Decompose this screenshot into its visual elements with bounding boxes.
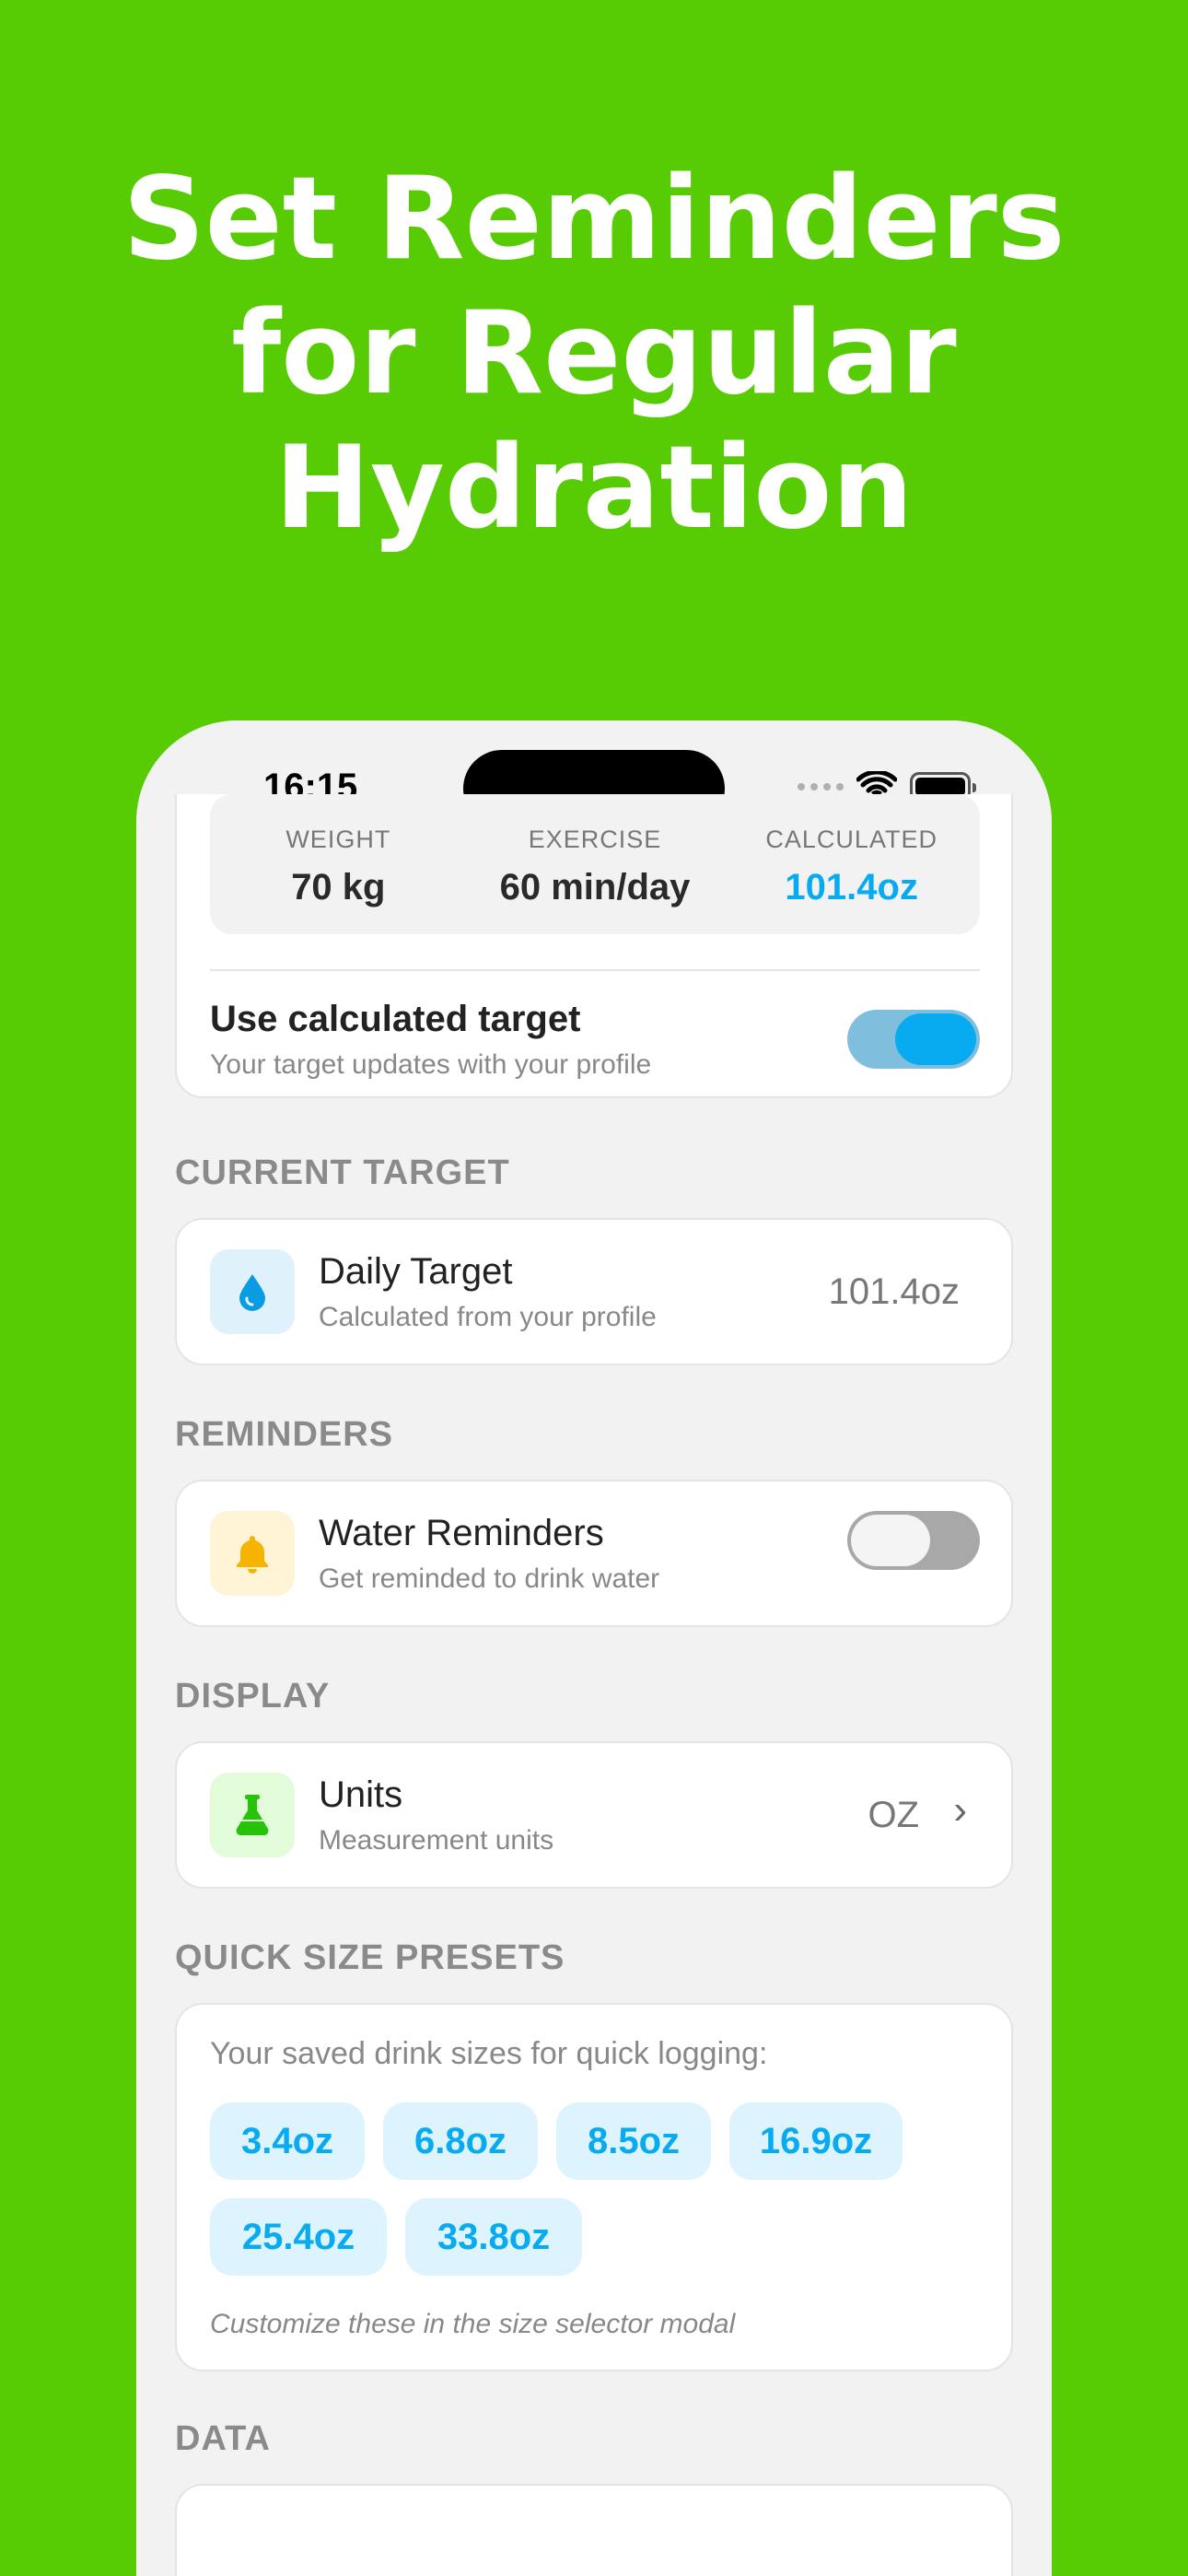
calc-target-toggle[interactable]	[847, 1010, 980, 1069]
preset-chip[interactable]: 8.5oz	[556, 2102, 711, 2180]
units-title: Units	[319, 1774, 403, 1815]
daily-target-subtitle: Calculated from your profile	[319, 1302, 657, 1332]
units-row[interactable]: Units Measurement units OZ ›	[175, 1741, 1013, 1889]
section-reminders: REMINDERS	[175, 1415, 394, 1454]
flask-icon	[210, 1773, 295, 1857]
section-current-target: CURRENT TARGET	[175, 1153, 510, 1192]
section-display: DISPLAY	[175, 1677, 331, 1715]
stat-exercise: EXERCISE 60 min/day	[467, 794, 724, 934]
stat-weight: WEIGHT 70 kg	[210, 794, 467, 934]
water-reminders-row: Water Reminders Get reminded to drink wa…	[175, 1480, 1013, 1627]
daily-target-row[interactable]: Daily Target Calculated from your profil…	[175, 1218, 1013, 1365]
calc-target-subtitle: Your target updates with your profile	[210, 1049, 652, 1080]
phone-frame: 16:15 WEIGHT 70 kg EXERCISE 60 min/day C…	[136, 720, 1052, 2576]
headline-line-3: Hydration	[274, 422, 914, 555]
preset-chip[interactable]: 33.8oz	[405, 2198, 582, 2276]
daily-target-title: Daily Target	[319, 1251, 513, 1292]
bell-icon	[210, 1511, 295, 1596]
section-data: DATA	[175, 2419, 271, 2458]
presets-intro: Your saved drink sizes for quick logging…	[210, 2036, 768, 2071]
preset-chip[interactable]: 6.8oz	[383, 2102, 538, 2180]
units-text: Units Measurement units	[319, 1774, 553, 1856]
units-value: OZ	[868, 1795, 919, 1835]
water-drop-icon	[210, 1249, 295, 1334]
exercise-value: 60 min/day	[499, 867, 691, 907]
presets-note: Customize these in the size selector mod…	[210, 2309, 736, 2339]
headline-line-2: for Regular	[231, 287, 957, 420]
presets-card: Your saved drink sizes for quick logging…	[175, 2003, 1013, 2371]
data-card	[175, 2484, 1013, 2576]
headline: Set Reminders for Regular Hydration	[0, 152, 1188, 556]
profile-stats: WEIGHT 70 kg EXERCISE 60 min/day CALCULA…	[210, 794, 980, 934]
profile-target-card: WEIGHT 70 kg EXERCISE 60 min/day CALCULA…	[175, 794, 1013, 1098]
daily-target-text: Daily Target Calculated from your profil…	[319, 1251, 657, 1333]
stat-calculated: CALCULATED 101.4oz	[723, 794, 980, 934]
section-presets: QUICK SIZE PRESETS	[175, 1938, 565, 1977]
cellular-signal-icon	[798, 783, 844, 790]
preset-chip[interactable]: 16.9oz	[729, 2102, 903, 2180]
chevron-right-icon: ›	[953, 1787, 967, 1832]
water-reminders-title: Water Reminders	[319, 1513, 604, 1553]
calculated-value: 101.4oz	[785, 867, 918, 907]
preset-chip[interactable]: 3.4oz	[210, 2102, 365, 2180]
preset-chip[interactable]: 25.4oz	[210, 2198, 387, 2276]
water-reminders-text: Water Reminders Get reminded to drink wa…	[319, 1513, 659, 1595]
divider	[210, 969, 980, 971]
daily-target-value: 101.4oz	[828, 1271, 960, 1312]
units-subtitle: Measurement units	[319, 1825, 554, 1856]
water-reminders-toggle[interactable]	[847, 1511, 980, 1570]
weight-value: 70 kg	[291, 867, 386, 907]
headline-line-1: Set Reminders	[122, 153, 1066, 286]
calc-target-text: Use calculated target Your target update…	[210, 999, 651, 1081]
calc-target-title: Use calculated target	[210, 999, 581, 1039]
water-reminders-subtitle: Get reminded to drink water	[319, 1563, 660, 1594]
